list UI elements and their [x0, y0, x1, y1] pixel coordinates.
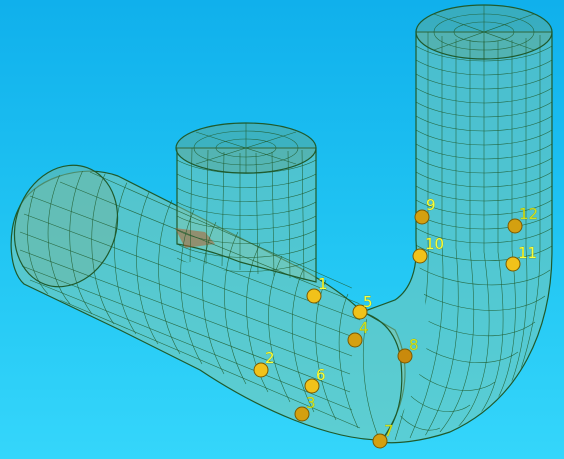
probe-label-8: 8 — [409, 336, 419, 354]
probe-label-3: 3 — [306, 394, 316, 412]
probe-label-4: 4 — [359, 319, 369, 337]
probe-label-9: 9 — [426, 196, 436, 214]
probe-label-11: 11 — [518, 244, 537, 262]
probe-label-6: 6 — [316, 366, 326, 384]
3d-viewport[interactable]: 1 2 3 4 5 6 7 8 9 10 11 12 — [0, 0, 564, 459]
pipe-model — [10, 4, 553, 444]
probe-label-10: 10 — [425, 235, 444, 253]
probe-label-7: 7 — [384, 422, 394, 440]
probe-label-2: 2 — [265, 349, 275, 367]
probe-label-5: 5 — [363, 293, 373, 311]
probe-label-1: 1 — [318, 275, 328, 293]
pipe-mesh-scene[interactable]: 1 2 3 4 5 6 7 8 9 10 11 12 — [0, 0, 564, 459]
probe-label-12: 12 — [519, 205, 538, 223]
